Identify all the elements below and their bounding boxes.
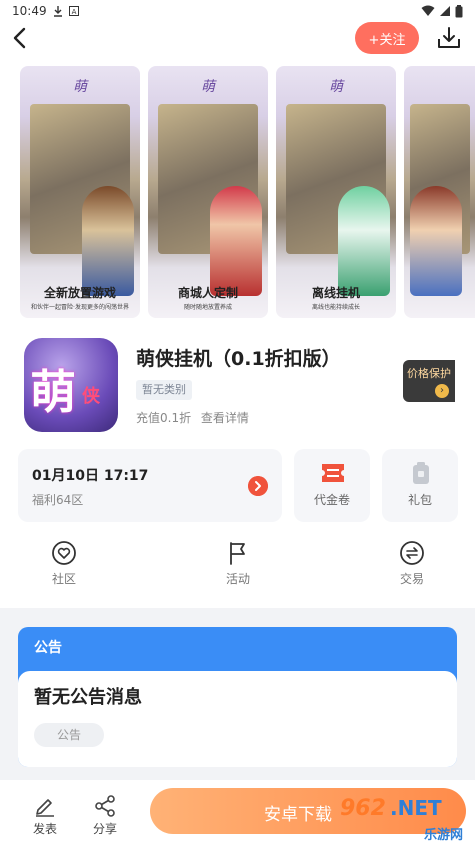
server-zone: 福利64区 [32,493,84,507]
screenshot-4[interactable] [404,66,475,318]
gift-card[interactable]: 礼包 [382,449,458,522]
server-open-time: 01月10日 17:17 [32,468,149,484]
watermark-site: 乐游网 [424,828,464,843]
post-button[interactable]: 发表 [25,794,65,837]
download-label: 安卓下载 [264,805,332,825]
screenshot-logo: 萌 [73,79,87,95]
site-watermark: 962 .NET 乐游网 [336,796,470,843]
screenshot-3[interactable]: 萌 离线挂机 离线也能持续成长 [276,66,396,318]
screenshot-caption: 全新放置游戏 [43,286,116,300]
flag-icon [230,542,245,565]
exchange-icon [400,541,424,565]
gift-icon [413,462,429,484]
voucher-label: 代金卷 [313,493,350,507]
notice-card: 公告 暂无公告消息 公告 [18,627,457,767]
follow-button[interactable]: +关注 [355,22,419,54]
app-icon: 萌 侠 [24,338,118,432]
nav-activity-label: 活动 [225,572,250,586]
download-status-icon [53,6,62,17]
voucher-icon [322,464,344,482]
nav-community[interactable]: 社区 [24,540,104,587]
category-tag: 暂无类别 [136,380,192,400]
screenshot-subcaption: 和伙伴一起冒险·发现更多的闯荡世界 [31,304,129,311]
wifi-icon [421,5,435,16]
arrow-right-icon[interactable] [248,476,268,496]
notice-title: 公告 [34,640,62,656]
screenshot-logo: 萌 [329,79,343,95]
status-bar: 10:49 A [0,0,475,22]
recharge-info: 充值0.1折 查看详情 [136,409,249,426]
screenshot-character [210,186,262,296]
chevron-right-icon: › [435,384,449,398]
screenshot-1[interactable]: 萌 全新放置游戏 和伙伴一起冒险·发现更多的闯荡世界 [20,66,140,318]
notice-tag[interactable]: 公告 [34,723,104,747]
screenshot-carousel[interactable]: 萌 全新放置游戏 和伙伴一起冒险·发现更多的闯荡世界 萌 商城人定制 随时随地放… [20,66,475,318]
server-card[interactable]: 01月10日 17:17 福利64区 [18,449,282,522]
notice-body: 暂无公告消息 公告 [18,671,457,767]
screenshot-character [338,186,390,296]
voucher-card[interactable]: 代金卷 [294,449,370,522]
nav-trade-label: 交易 [399,572,424,586]
status-time: 10:49 [12,4,47,18]
recharge-discount: 充值0.1折 [136,411,192,425]
signal-icon [440,6,450,16]
app-status-icon: A [68,6,79,16]
watermark-brand: 962 [340,796,386,821]
back-icon[interactable] [8,24,32,52]
screenshot-2[interactable]: 萌 商城人定制 随时随地放置养成 [148,66,268,318]
svg-text:A: A [71,8,76,16]
gift-label: 礼包 [407,493,432,507]
screenshot-subcaption: 随时随地放置养成 [183,304,232,311]
screenshot-caption: 商城人定制 [177,286,238,300]
share-label: 分享 [92,822,117,836]
screenshot-character [410,186,462,296]
battery-icon [455,4,463,17]
post-label: 发表 [32,822,57,836]
edit-icon [36,799,54,817]
share-icon [95,795,115,817]
screenshot-character [82,186,134,296]
community-icon [52,541,76,565]
feature-nav: 社区 活动 交易 [0,540,475,594]
screenshot-subcaption: 离线也能持续成长 [311,304,360,311]
app-title: 萌侠挂机（0.1折扣版） [136,348,341,370]
share-button[interactable]: 分享 [85,794,125,837]
nav-trade[interactable]: 交易 [372,540,452,587]
watermark-suffix: .NET [390,796,442,820]
top-bar: +关注 [0,22,475,54]
nav-community-label: 社区 [51,572,76,586]
nav-activity[interactable]: 活动 [198,540,278,587]
details-link[interactable]: 查看详情 [201,411,249,425]
screenshot-logo: 萌 [201,79,215,95]
price-protection-badge[interactable]: 价格保护 › [403,360,455,402]
screenshot-caption: 离线挂机 [311,286,360,300]
download-icon[interactable] [436,25,462,51]
notice-message: 暂无公告消息 [34,687,142,708]
